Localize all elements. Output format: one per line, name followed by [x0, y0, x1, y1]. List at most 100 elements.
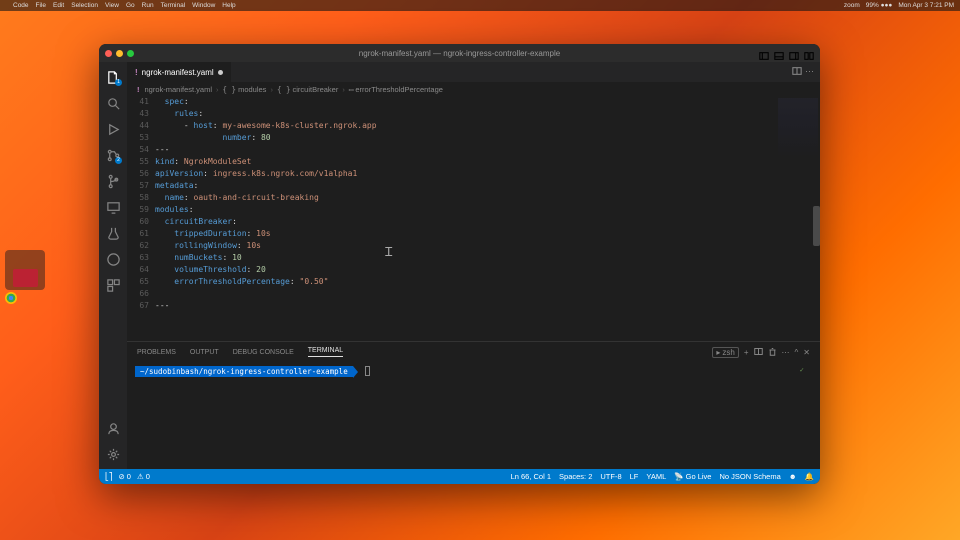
menu-view[interactable]: View	[105, 2, 119, 9]
code-line[interactable]: kind: NgrokModuleSet	[155, 156, 820, 168]
close-panel-icon[interactable]: ✕	[803, 348, 810, 357]
layout-sidebar-left-icon[interactable]	[759, 48, 769, 58]
line-number[interactable]: 59	[127, 204, 149, 216]
code-editor[interactable]: 414344535455565758596061626364656667 spe…	[127, 96, 820, 341]
line-number[interactable]: 63	[127, 252, 149, 264]
new-terminal-icon[interactable]: +	[744, 348, 749, 357]
code-line[interactable]: volumeThreshold: 20	[155, 264, 820, 276]
feedback-icon[interactable]: ☻	[789, 472, 797, 481]
code-line[interactable]: numBuckets: 10	[155, 252, 820, 264]
code-line[interactable]: errorThresholdPercentage: "0.50"	[155, 276, 820, 288]
dock-preview-thumbnail[interactable]	[5, 250, 45, 290]
extensions-icon[interactable]	[102, 274, 124, 296]
code-line[interactable]: - host: my-awesome-k8s-cluster.ngrok.app	[155, 120, 820, 132]
source-control-icon[interactable]: 2	[102, 144, 124, 166]
code-line[interactable]: trippedDuration: 10s	[155, 228, 820, 240]
status-battery[interactable]: 99% ●●●	[866, 2, 893, 9]
status-zoom[interactable]: zoom	[844, 2, 860, 9]
status-indentation[interactable]: Spaces: 2	[559, 472, 592, 481]
settings-gear-icon[interactable]	[102, 443, 124, 465]
branch-icon[interactable]	[102, 170, 124, 192]
minimap[interactable]	[778, 98, 818, 158]
code-line[interactable]: rollingWindow: 10s	[155, 240, 820, 252]
menu-run[interactable]: Run	[142, 2, 154, 9]
more-terminal-actions-icon[interactable]: ⋯	[782, 348, 790, 357]
status-json-schema[interactable]: No JSON Schema	[719, 472, 780, 481]
code-line[interactable]: ---	[155, 300, 820, 312]
line-number[interactable]: 62	[127, 240, 149, 252]
line-number[interactable]: 64	[127, 264, 149, 276]
breadcrumb-item[interactable]: circuitBreaker	[292, 85, 338, 94]
testing-icon[interactable]	[102, 222, 124, 244]
customize-layout-icon[interactable]	[804, 48, 814, 58]
status-go-live[interactable]: 📡 Go Live	[674, 472, 711, 481]
explorer-icon[interactable]: 1	[102, 66, 124, 88]
line-number[interactable]: 65	[127, 276, 149, 288]
titlebar[interactable]: ngrok-manifest.yaml — ngrok-ingress-cont…	[99, 44, 820, 62]
status-errors[interactable]: ⊘ 0	[119, 472, 131, 481]
menu-go[interactable]: Go	[126, 2, 135, 9]
maximize-panel-icon[interactable]: ^	[795, 348, 799, 357]
panel-tab-output[interactable]: OUTPUT	[190, 349, 219, 356]
terminal-shell-selector[interactable]: ▸ zsh	[712, 347, 738, 358]
breadcrumb-item[interactable]: errorThresholdPercentage	[355, 85, 443, 94]
line-number[interactable]: 67	[127, 300, 149, 312]
layout-panel-icon[interactable]	[774, 48, 784, 58]
layout-sidebar-right-icon[interactable]	[789, 48, 799, 58]
code-line[interactable]: apiVersion: ingress.k8s.ngrok.com/v1alph…	[155, 168, 820, 180]
code-line[interactable]: number: 80	[155, 132, 820, 144]
search-icon[interactable]	[102, 92, 124, 114]
line-number[interactable]: 60	[127, 216, 149, 228]
breadcrumb-item[interactable]: ngrok-manifest.yaml	[145, 85, 213, 94]
panel-tab-debug-console[interactable]: DEBUG CONSOLE	[233, 349, 294, 356]
line-number[interactable]: 57	[127, 180, 149, 192]
status-eol[interactable]: LF	[630, 472, 639, 481]
code-line[interactable]: spec:	[155, 96, 820, 108]
remote-explorer-icon[interactable]	[102, 196, 124, 218]
status-warnings[interactable]: ⚠ 0	[137, 472, 150, 481]
editor-tab[interactable]: ! ngrok-manifest.yaml	[127, 62, 231, 82]
panel-tab-problems[interactable]: PROBLEMS	[137, 349, 176, 356]
code-line[interactable]: rules:	[155, 108, 820, 120]
status-language[interactable]: YAML	[646, 472, 666, 481]
menu-file[interactable]: File	[36, 2, 46, 9]
code-line[interactable]: metadata:	[155, 180, 820, 192]
split-terminal-icon[interactable]	[754, 347, 763, 358]
terminal[interactable]: ~/sudobinbash/ngrok-ingress-controller-e…	[127, 362, 820, 469]
line-number[interactable]: 66	[127, 288, 149, 300]
menu-terminal[interactable]: Terminal	[161, 2, 186, 9]
dock-chrome-icon[interactable]	[5, 292, 17, 304]
status-cursor-position[interactable]: Ln 66, Col 1	[511, 472, 551, 481]
kill-terminal-icon[interactable]	[768, 347, 777, 358]
menu-help[interactable]: Help	[222, 2, 235, 9]
status-encoding[interactable]: UTF-8	[600, 472, 621, 481]
remote-indicator-icon[interactable]: ⎣⎤	[105, 472, 113, 481]
line-number[interactable]: 53	[127, 132, 149, 144]
menu-window[interactable]: Window	[192, 2, 215, 9]
menu-edit[interactable]: Edit	[53, 2, 64, 9]
menu-code[interactable]: Code	[13, 2, 29, 9]
editor-scrollbar[interactable]	[813, 206, 820, 246]
line-number[interactable]: 41	[127, 96, 149, 108]
line-number[interactable]: 44	[127, 120, 149, 132]
menu-selection[interactable]: Selection	[71, 2, 98, 9]
panel-tab-terminal[interactable]: TERMINAL	[308, 347, 343, 357]
notifications-bell-icon[interactable]: 🔔	[805, 472, 814, 481]
code-line[interactable]: modules:	[155, 204, 820, 216]
line-number[interactable]: 56	[127, 168, 149, 180]
breadcrumbs[interactable]: ! ngrok-manifest.yaml › { } modules › { …	[127, 82, 820, 96]
github-icon[interactable]	[102, 248, 124, 270]
code-line[interactable]: ---	[155, 144, 820, 156]
breadcrumb-item[interactable]: modules	[238, 85, 266, 94]
split-editor-icon[interactable]	[792, 66, 802, 78]
more-actions-icon[interactable]: ⋯	[805, 66, 814, 78]
run-debug-icon[interactable]	[102, 118, 124, 140]
line-number[interactable]: 55	[127, 156, 149, 168]
line-number[interactable]: 43	[127, 108, 149, 120]
line-number[interactable]: 54	[127, 144, 149, 156]
code-line[interactable]: name: oauth-and-circuit-breaking	[155, 192, 820, 204]
code-line[interactable]: circuitBreaker:	[155, 216, 820, 228]
accounts-icon[interactable]	[102, 417, 124, 439]
line-number[interactable]: 61	[127, 228, 149, 240]
code-line[interactable]	[155, 288, 820, 300]
